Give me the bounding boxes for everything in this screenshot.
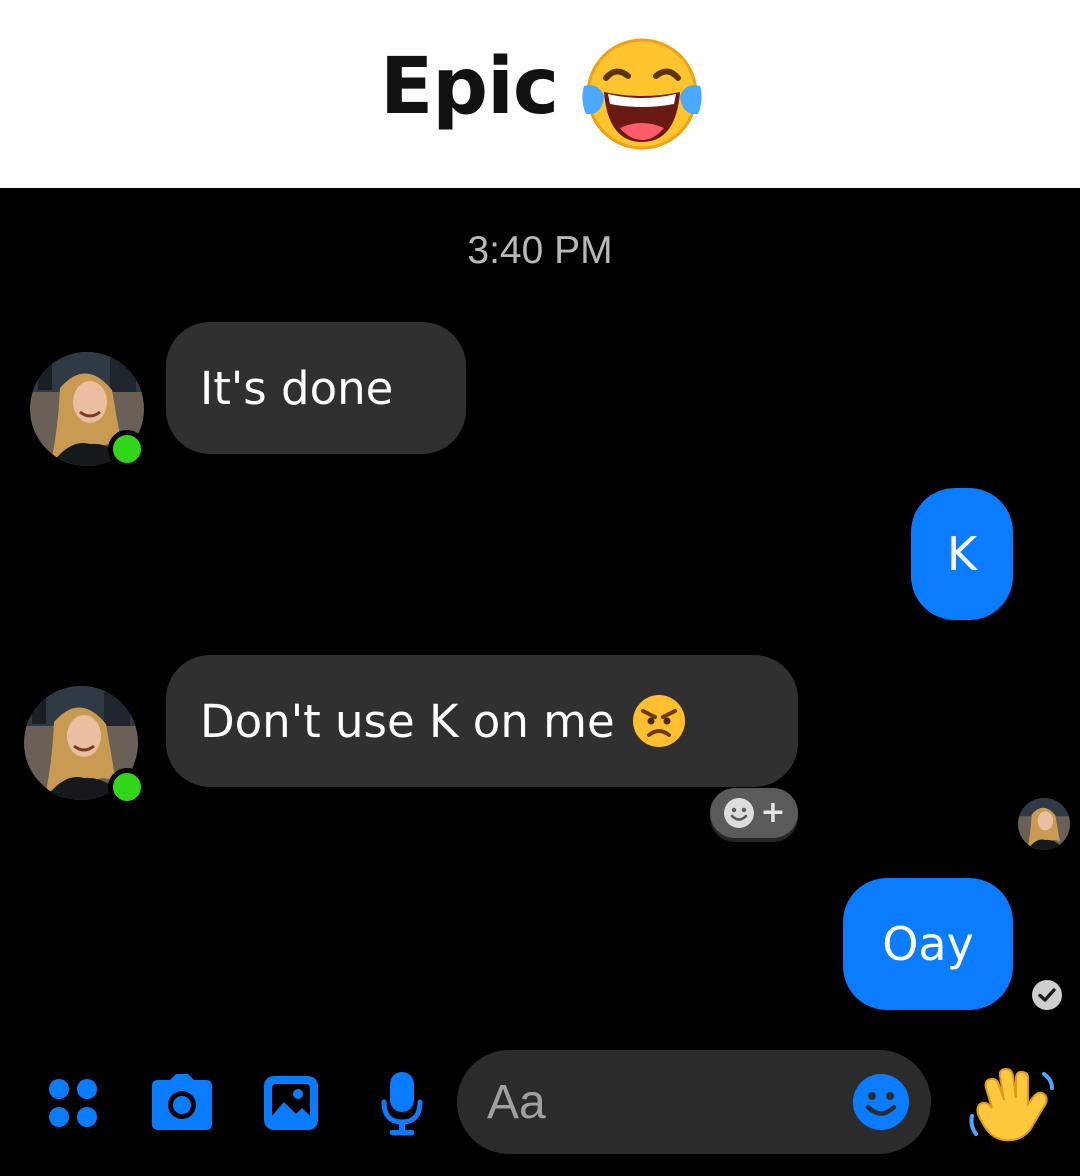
emoji-icon[interactable] bbox=[851, 1072, 911, 1132]
waving-hand-icon[interactable] bbox=[966, 1066, 1056, 1144]
message-text: Oay bbox=[882, 917, 974, 971]
menu-dots-icon[interactable] bbox=[46, 1076, 100, 1130]
message-bubble-outgoing[interactable]: K bbox=[911, 488, 1013, 620]
message-text: K bbox=[946, 527, 978, 581]
camera-icon[interactable] bbox=[150, 1072, 214, 1132]
message-bubble-incoming[interactable]: It's done bbox=[166, 322, 466, 454]
caption-title: Epic bbox=[380, 42, 559, 132]
contact-photo bbox=[1018, 798, 1070, 850]
angry-face-emoji bbox=[632, 695, 685, 747]
online-status-dot bbox=[108, 768, 146, 806]
microphone-icon[interactable] bbox=[380, 1070, 424, 1138]
read-receipt-avatar bbox=[1018, 798, 1070, 850]
message-composer[interactable] bbox=[457, 1050, 931, 1154]
conversation-timestamp: 3:40 PM bbox=[467, 229, 613, 272]
face-with-tears-of-joy-emoji bbox=[582, 38, 702, 150]
message-bubble-incoming[interactable]: Don't use K on me bbox=[166, 655, 798, 787]
message-bubble-outgoing[interactable]: Oay bbox=[843, 878, 1013, 1010]
message-text: It's done bbox=[200, 361, 394, 415]
gallery-icon[interactable] bbox=[262, 1074, 320, 1132]
add-reaction-button[interactable]: + bbox=[710, 788, 798, 838]
message-text: Don't use K on me bbox=[200, 694, 615, 748]
caption-bar: Epic bbox=[0, 0, 1080, 188]
online-status-dot bbox=[108, 430, 146, 468]
smiley-icon bbox=[724, 798, 755, 828]
sent-check-icon bbox=[1032, 980, 1062, 1010]
plus-icon: + bbox=[760, 795, 786, 830]
message-input[interactable] bbox=[487, 1068, 847, 1136]
